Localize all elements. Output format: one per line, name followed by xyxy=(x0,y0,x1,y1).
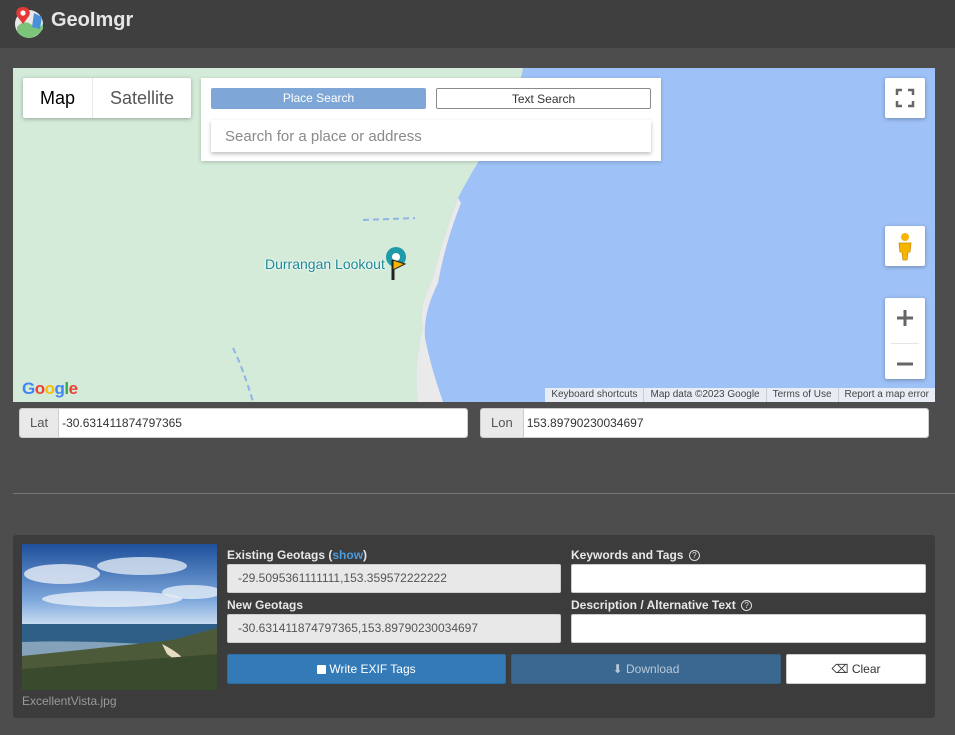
google-logo[interactable]: Google xyxy=(22,379,78,399)
image-filename: ExcellentVista.jpg xyxy=(22,694,117,708)
help-icon[interactable]: ? xyxy=(688,550,700,562)
fullscreen-button[interactable] xyxy=(885,78,925,118)
clear-button[interactable]: ⌫ Clear xyxy=(786,654,926,684)
keywords-label-text: Keywords and Tags xyxy=(571,548,684,562)
poi-viewpoint-icon[interactable] xyxy=(381,246,411,286)
lon-group: Lon xyxy=(480,408,929,438)
lat-input[interactable] xyxy=(59,409,467,437)
description-label-text: Description / Alternative Text xyxy=(571,598,736,612)
keyboard-shortcuts-link[interactable]: Keyboard shortcuts xyxy=(545,388,643,402)
top-bar: GeoImgr xyxy=(0,0,955,48)
map-type-map-button[interactable]: Map xyxy=(23,78,94,118)
place-search-button[interactable]: Place Search xyxy=(211,88,426,109)
existing-geotags-close: ) xyxy=(363,548,368,562)
street-view-pegman[interactable] xyxy=(885,226,925,266)
text-search-button[interactable]: Text Search xyxy=(436,88,651,109)
map-attribution: Keyboard shortcuts Map data ©2023 Google… xyxy=(545,388,935,402)
download-button[interactable]: ⬇ Download xyxy=(511,654,781,684)
keywords-label: Keywords and Tags ? xyxy=(571,548,700,562)
write-exif-button[interactable]: Write EXIF Tags xyxy=(227,654,506,684)
existing-geotags-field: -29.5095361111111,153.359572222222 xyxy=(227,564,561,593)
map-data-text: Map data ©2023 Google xyxy=(643,388,765,402)
lon-label: Lon xyxy=(481,409,524,437)
write-exif-label: Write EXIF Tags xyxy=(329,662,416,676)
poi-label[interactable]: Durrangan Lookout xyxy=(265,256,385,272)
help-icon[interactable]: ? xyxy=(741,600,753,612)
report-error-link[interactable]: Report a map error xyxy=(837,388,935,402)
save-icon xyxy=(317,665,327,675)
lat-label: Lat xyxy=(20,409,60,437)
description-input[interactable] xyxy=(571,614,926,643)
lat-group: Lat xyxy=(19,408,468,438)
existing-geotags-label: Existing Geotags (show) xyxy=(227,548,367,562)
app-logo-icon[interactable] xyxy=(12,5,46,39)
section-divider xyxy=(13,493,955,494)
zoom-control xyxy=(885,298,925,379)
terms-link[interactable]: Terms of Use xyxy=(765,388,838,402)
clear-label: Clear xyxy=(851,662,881,676)
zoom-in-button[interactable] xyxy=(885,298,925,338)
map-type-control: Map Satellite xyxy=(23,78,192,118)
new-geotags-label: New Geotags xyxy=(227,598,304,612)
download-icon: ⬇ xyxy=(612,662,623,676)
image-panel: ExcellentVista.jpg Existing Geotags (sho… xyxy=(13,535,935,718)
map-canvas[interactable]: Map Satellite Place Search Text Search D… xyxy=(13,68,935,402)
keywords-input[interactable] xyxy=(571,564,926,593)
fullscreen-icon xyxy=(895,88,915,108)
zoom-out-button[interactable] xyxy=(885,344,925,384)
map-type-satellite-button[interactable]: Satellite xyxy=(93,78,191,118)
existing-geotags-text: Existing Geotags ( xyxy=(227,548,333,562)
image-thumbnail[interactable] xyxy=(22,544,217,690)
coordinates-row: Lat Lon xyxy=(13,402,935,444)
eraser-icon: ⌫ xyxy=(831,662,849,676)
search-input[interactable] xyxy=(211,120,651,152)
search-panel: Place Search Text Search xyxy=(201,78,661,161)
lon-input[interactable] xyxy=(523,409,928,437)
app-title[interactable]: GeoImgr xyxy=(51,9,133,32)
description-label: Description / Alternative Text ? xyxy=(571,598,753,612)
show-geotags-link[interactable]: show xyxy=(332,548,363,562)
pegman-icon xyxy=(898,233,912,261)
new-geotags-field: -30.631411874797365,153.89790230034697 xyxy=(227,614,561,643)
download-label: Download xyxy=(626,662,680,676)
